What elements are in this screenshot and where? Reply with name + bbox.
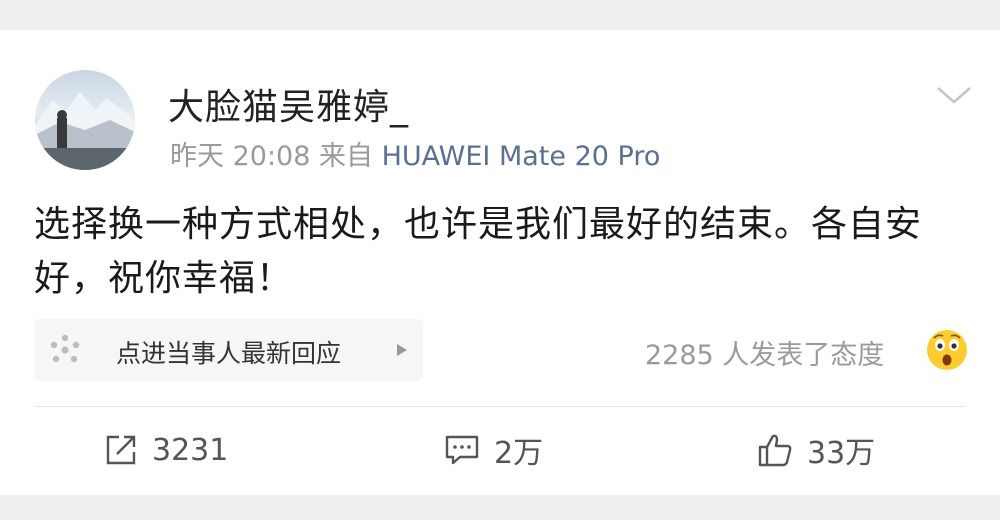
device-link[interactable]: HUAWEI Mate 20 Pro (382, 141, 661, 172)
like-button[interactable]: 33万 (757, 430, 876, 471)
post-meta: 昨天 20:08 来自 HUAWEI Mate 20 Pro (170, 134, 660, 173)
avatar[interactable] (35, 70, 135, 170)
comment-icon (445, 435, 479, 465)
thumbs-up-icon (758, 434, 792, 467)
chevron-down-icon[interactable] (934, 80, 974, 110)
latest-response-label: 点进当事人最新回应 (116, 339, 342, 368)
repost-button[interactable]: 3231 (104, 430, 228, 470)
attitude-count[interactable]: 2285 人发表了态度 (645, 333, 884, 372)
shocked-face-emoji-icon[interactable] (926, 329, 968, 371)
comment-button[interactable]: 2万 (444, 430, 544, 471)
source-prefix: 来自 (319, 141, 373, 172)
latest-response-link[interactable]: 点进当事人最新回应 (34, 319, 423, 381)
post-content: 选择换一种方式相处，也许是我们最好的结束。各自安好，祝你幸福！ (34, 204, 923, 299)
avatar-image (35, 92, 135, 170)
post-time: 昨天 20:08 (170, 141, 311, 172)
weibo-post-card: 大脸猫吴雅婷_ 昨天 20:08 来自 HUAWEI Mate 20 Pro 选… (0, 30, 1000, 495)
comment-count: 2万 (494, 436, 544, 471)
username[interactable]: 大脸猫吴雅婷_ (168, 78, 409, 130)
repost-icon (106, 435, 136, 465)
play-arrow-icon (397, 344, 407, 356)
sparkle-dots-icon (50, 334, 80, 363)
repost-count: 3231 (152, 432, 229, 468)
like-count: 33万 (807, 436, 876, 471)
top-gap (0, 0, 1000, 30)
bottom-gap (0, 495, 1000, 520)
divider (34, 406, 966, 407)
